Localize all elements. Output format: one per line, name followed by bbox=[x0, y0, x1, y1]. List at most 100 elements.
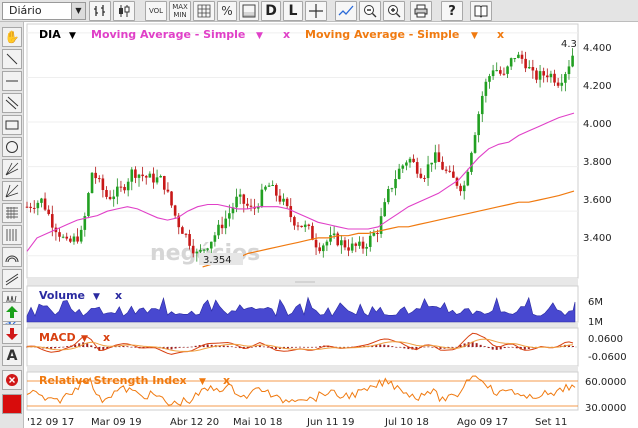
macd-histogram-bar bbox=[319, 346, 322, 347]
parallel-tool[interactable] bbox=[2, 269, 22, 289]
candle-body bbox=[524, 58, 527, 69]
text-tool[interactable]: A bbox=[2, 346, 22, 366]
ma-slow-label: Moving Average - Simple bbox=[305, 28, 459, 41]
chart-area[interactable]: negócios 3.354 4.3 DIA ▼ Moving Average … bbox=[25, 22, 638, 428]
gann-tool[interactable] bbox=[2, 225, 22, 245]
candle-body bbox=[246, 203, 249, 206]
candle-body bbox=[484, 81, 488, 96]
arc-tool[interactable] bbox=[2, 247, 22, 267]
ma-fast-close-icon[interactable]: x bbox=[283, 28, 290, 41]
candle-body bbox=[155, 177, 159, 183]
dataseries-button[interactable]: D bbox=[261, 1, 281, 21]
speed-lines-tool[interactable] bbox=[2, 181, 22, 201]
candle-body bbox=[144, 176, 148, 178]
candle-body bbox=[354, 243, 358, 246]
candle-body bbox=[199, 249, 202, 252]
candle-body bbox=[473, 135, 477, 153]
candle-body bbox=[141, 174, 144, 177]
rsi-close-icon[interactable]: x bbox=[223, 374, 230, 387]
candle-body bbox=[101, 178, 105, 190]
macd-histogram-bar bbox=[399, 347, 402, 348]
candle-body bbox=[191, 245, 195, 254]
delete-tool[interactable] bbox=[2, 370, 22, 390]
candle-body bbox=[195, 251, 199, 254]
candle-body bbox=[311, 225, 314, 240]
candle-body bbox=[76, 236, 79, 242]
candle-body bbox=[123, 186, 126, 191]
ellipse-tool[interactable] bbox=[2, 137, 22, 157]
print-button[interactable] bbox=[410, 1, 432, 21]
macd-histogram-bar bbox=[451, 347, 454, 348]
stock-chart[interactable]: negócios 3.354 4.3 DIA ▼ Moving Average … bbox=[25, 22, 638, 428]
macd-histogram-bar bbox=[303, 347, 306, 348]
volume-button[interactable]: VOL bbox=[145, 1, 167, 21]
candle-body bbox=[361, 241, 365, 249]
toolbar: Diário ▼ VOL MAX MIN % D L ? bbox=[0, 0, 638, 22]
candle-body bbox=[412, 158, 415, 163]
buy-arrow-tool[interactable] bbox=[2, 302, 22, 322]
candle-body bbox=[390, 188, 394, 190]
sell-arrow-tool[interactable] bbox=[2, 324, 22, 344]
fan-tool[interactable] bbox=[2, 159, 22, 179]
volume-close-icon[interactable]: x bbox=[115, 289, 122, 302]
candle-body bbox=[29, 206, 32, 208]
macd-menu-icon[interactable]: ▼ bbox=[81, 334, 88, 344]
pan-tool[interactable]: ✋ bbox=[2, 27, 22, 47]
ma-fast-menu-icon[interactable]: ▼ bbox=[256, 31, 263, 41]
candle-body bbox=[289, 206, 293, 218]
candle-body bbox=[321, 245, 325, 252]
crosshair-button[interactable] bbox=[305, 1, 327, 21]
candle-body bbox=[423, 177, 426, 179]
candle-body bbox=[347, 247, 350, 251]
linear-button[interactable]: L bbox=[283, 1, 303, 21]
percent-button[interactable]: % bbox=[217, 1, 237, 21]
candlestick-button[interactable] bbox=[113, 1, 135, 21]
candle-body bbox=[567, 66, 571, 75]
macd-histogram-bar bbox=[230, 346, 233, 347]
x-tick: Mai 10 18 bbox=[233, 417, 282, 428]
rectangle-tool[interactable] bbox=[2, 115, 22, 135]
volume-menu-icon[interactable]: ▼ bbox=[93, 292, 100, 302]
macd-histogram-bar bbox=[222, 345, 225, 347]
circle-icon bbox=[6, 141, 18, 153]
hline-tool[interactable] bbox=[2, 71, 22, 91]
rsi-menu-icon[interactable]: ▼ bbox=[199, 377, 206, 387]
period-select[interactable]: Diário ▼ bbox=[2, 2, 86, 20]
parallel-lines-icon bbox=[5, 273, 19, 286]
channel-icon bbox=[5, 96, 19, 110]
candle-body bbox=[430, 162, 433, 165]
macd-histogram-bar bbox=[423, 346, 426, 348]
help-button[interactable]: ? bbox=[441, 1, 463, 21]
candle-body bbox=[571, 55, 574, 67]
trend-button[interactable] bbox=[335, 1, 357, 21]
candle-body bbox=[459, 185, 462, 192]
candle-body bbox=[238, 194, 242, 197]
candle-body bbox=[267, 185, 271, 187]
grid-button[interactable] bbox=[193, 1, 215, 21]
log-scale-button[interactable] bbox=[239, 1, 259, 21]
manual-button[interactable] bbox=[470, 1, 492, 21]
channel-tool[interactable] bbox=[2, 93, 22, 113]
zoom-out-button[interactable] bbox=[359, 1, 381, 21]
candle-body bbox=[480, 95, 484, 115]
candle-body bbox=[517, 54, 520, 59]
candle-body bbox=[79, 229, 83, 242]
candle-body bbox=[173, 205, 177, 216]
color-picker[interactable] bbox=[2, 394, 22, 414]
fibonacci-tool[interactable] bbox=[2, 203, 22, 223]
macd-histogram-bar bbox=[174, 347, 177, 349]
line-tool[interactable] bbox=[2, 49, 22, 69]
candle-body bbox=[329, 235, 332, 242]
macd-histogram-bar bbox=[387, 345, 390, 347]
macd-histogram-bar bbox=[523, 347, 526, 350]
macd-histogram-bar bbox=[507, 347, 510, 348]
maxmin-button[interactable]: MAX MIN bbox=[169, 1, 191, 21]
ma-slow-close-icon[interactable]: x bbox=[497, 28, 504, 41]
candle-body bbox=[58, 232, 61, 237]
macd-close-icon[interactable]: x bbox=[103, 331, 110, 344]
symbol-menu-icon[interactable]: ▼ bbox=[69, 31, 76, 41]
zoom-in-button[interactable] bbox=[383, 1, 405, 21]
bar-chart-button[interactable] bbox=[89, 1, 111, 21]
ma-slow-menu-icon[interactable]: ▼ bbox=[471, 31, 478, 41]
macd-histogram-bar bbox=[315, 346, 318, 348]
